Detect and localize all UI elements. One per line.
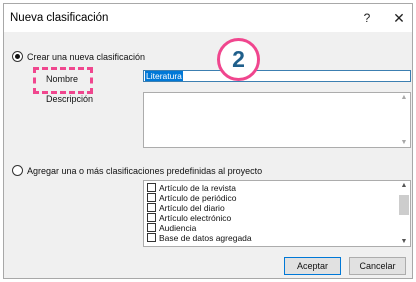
checkbox[interactable] (147, 193, 156, 202)
list-item-label: Artículo electrónico (159, 213, 232, 223)
list-item-label: Artículo de periódico (159, 193, 237, 203)
description-field[interactable]: ▲ ▼ (143, 92, 411, 148)
list-item-label: Base de datos agregada (159, 233, 252, 243)
cancel-button[interactable]: Cancelar (349, 257, 406, 275)
highlight-annotation (33, 67, 93, 94)
scroll-down-icon[interactable]: ▼ (400, 238, 408, 245)
checkbox[interactable] (147, 183, 156, 192)
list-item-label: Audiencia (159, 223, 197, 233)
close-button[interactable]: ✕ (392, 10, 406, 26)
title-bar: Nueva clasificación ? ✕ (4, 4, 412, 32)
step-badge: 2 (217, 38, 260, 81)
help-button[interactable]: ? (361, 11, 373, 25)
list-item-label: Artículo del diario (159, 203, 225, 213)
name-field[interactable]: Literatura (143, 70, 411, 82)
scroll-thumb[interactable] (399, 195, 409, 215)
accept-button[interactable]: Aceptar (284, 257, 341, 275)
add-predefined-radio[interactable] (12, 165, 23, 176)
list-item-label: Artículo de la revista (159, 183, 237, 193)
create-new-label: Crear una nueva clasificación (27, 52, 146, 62)
scroll-down-icon[interactable]: ▼ (400, 139, 408, 146)
create-new-radio[interactable] (12, 51, 23, 62)
description-label: Descripción (46, 94, 94, 104)
name-value: Literatura (145, 71, 183, 81)
description-scrollbar[interactable]: ▲ ▼ (398, 93, 410, 147)
dialog-title: Nueva clasificación (10, 12, 109, 24)
checkbox[interactable] (147, 203, 156, 212)
predefined-list: Artículo de la revista Artículo de perió… (143, 180, 411, 247)
checkbox[interactable] (147, 223, 156, 232)
scroll-up-icon[interactable]: ▲ (400, 182, 408, 189)
checkbox[interactable] (147, 233, 156, 242)
scroll-up-icon[interactable]: ▲ (400, 94, 408, 101)
checkbox[interactable] (147, 213, 156, 222)
add-predefined-label: Agregar una o más clasificaciones predef… (27, 166, 263, 176)
list-scrollbar[interactable]: ▲ ▼ (398, 181, 410, 246)
